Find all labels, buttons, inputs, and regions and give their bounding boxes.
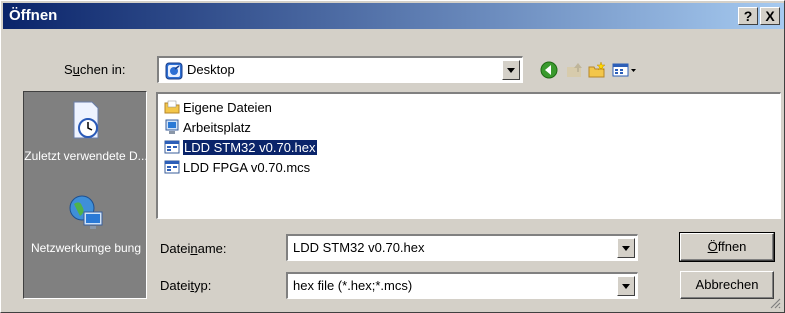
help-button[interactable]: ? bbox=[738, 7, 758, 25]
list-item[interactable]: LDD FPGA v0.70.mcs bbox=[164, 158, 310, 176]
file-icon bbox=[164, 140, 180, 154]
title-bar[interactable]: Öffnen ? X bbox=[3, 3, 784, 29]
resize-grip-icon[interactable] bbox=[769, 297, 781, 309]
close-button[interactable]: X bbox=[760, 7, 780, 25]
place-network[interactable]: Netzwerkumge bung bbox=[24, 192, 148, 255]
filetype-label: Dateityp: bbox=[160, 278, 212, 293]
look-in-label: Suchen in: bbox=[64, 62, 126, 77]
open-dialog: Öffnen ? X Suchen in: Desktop Zuletzt ve… bbox=[0, 0, 785, 313]
place-recent[interactable]: Zuletzt verwendete D... bbox=[24, 98, 148, 163]
file-icon bbox=[164, 160, 180, 174]
up-folder-icon[interactable] bbox=[564, 59, 586, 81]
places-bar: Zuletzt verwendete D... Netzwerkumge bun… bbox=[23, 91, 148, 299]
computer-icon bbox=[165, 119, 179, 134]
filetype-value: hex file (*.hex;*.mcs) bbox=[293, 278, 413, 293]
filetype-dropdown-arrow[interactable] bbox=[617, 276, 635, 296]
place-recent-label: Zuletzt verwendete D... bbox=[24, 149, 148, 163]
new-folder-icon[interactable] bbox=[586, 59, 608, 81]
filetype-select[interactable]: hex file (*.hex;*.mcs) bbox=[286, 272, 638, 299]
filename-value: LDD STM32 v0.70.hex bbox=[293, 240, 425, 255]
list-item[interactable]: Eigene Dateien bbox=[164, 98, 272, 116]
list-item[interactable]: LDD STM32 v0.70.hex bbox=[164, 138, 318, 156]
back-icon[interactable] bbox=[538, 59, 560, 81]
list-item[interactable]: Arbeitsplatz bbox=[164, 118, 251, 136]
open-button[interactable]: Öffnen bbox=[679, 232, 775, 262]
filename-input[interactable]: LDD STM32 v0.70.hex bbox=[286, 234, 638, 261]
file-list[interactable]: Eigene Dateien Arbeitsplatz LDD STM32 v0… bbox=[156, 92, 781, 219]
view-menu-icon[interactable] bbox=[611, 59, 639, 81]
look-in-value: Desktop bbox=[187, 62, 235, 77]
window-title: Öffnen bbox=[9, 7, 58, 24]
desktop-icon bbox=[165, 62, 183, 80]
recent-icon bbox=[73, 101, 99, 139]
look-in-dropdown[interactable]: Desktop bbox=[157, 56, 523, 83]
filename-dropdown-arrow[interactable] bbox=[617, 238, 635, 258]
look-in-dropdown-arrow[interactable] bbox=[502, 60, 520, 80]
place-network-label: Netzwerkumge bung bbox=[30, 241, 142, 255]
network-icon bbox=[69, 195, 103, 229]
folder-icon bbox=[164, 100, 180, 114]
cancel-button[interactable]: Abbrechen bbox=[680, 271, 774, 299]
filename-label: Dateiname: bbox=[160, 241, 227, 256]
